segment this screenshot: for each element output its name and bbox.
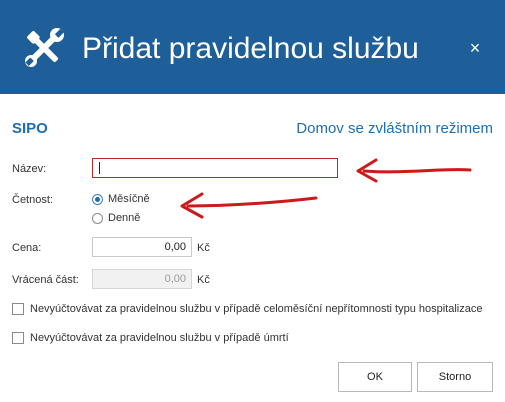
frequency-label: Četnost: [12,194,53,206]
checkbox-death-label: Nevyúčtovávat za pravidelnou službu v př… [30,332,289,344]
refund-unit: Kč [197,274,210,286]
dialog-title: Přidat pravidelnou službu [82,32,419,65]
radio-daily-label: Denně [108,212,141,224]
checkbox-hospitalization-label: Nevyúčtovávat za pravidelnou službu v př… [30,303,483,315]
cancel-button[interactable]: Storno [417,362,493,392]
close-icon[interactable]: × [467,39,483,57]
checkbox-box[interactable] [12,332,24,344]
annotation-arrow-name [356,158,472,183]
tools-icon [25,28,65,67]
radio-button-checked[interactable] [92,193,103,205]
radio-monthly[interactable]: Měsíčně [92,193,150,205]
refund-input: 0,00 [92,269,192,289]
text-caret [99,162,100,174]
checkbox-death[interactable]: Nevyúčtovávat za pravidelnou službu v př… [12,332,289,344]
checkbox-hospitalization[interactable]: Nevyúčtovávat za pravidelnou službu v př… [12,303,482,315]
radio-monthly-label: Měsíčně [108,193,150,205]
name-label: Název: [12,163,47,175]
radio-button-unchecked[interactable] [92,212,103,224]
section-title: SIPO [12,120,48,137]
annotation-arrow-frequency [180,192,318,219]
ok-button[interactable]: OK [338,362,412,392]
price-label: Cena: [12,242,42,254]
name-input[interactable] [92,158,338,178]
price-input[interactable]: 0,00 [92,237,192,257]
price-unit: Kč [197,242,210,254]
dialog-header: Přidat pravidelnou službu × [0,0,505,94]
section-link[interactable]: Domov se zvláštním režimem [296,120,493,137]
checkbox-box[interactable] [12,303,24,315]
radio-daily[interactable]: Denně [92,212,140,224]
refund-label: Vrácená část: [12,274,79,286]
